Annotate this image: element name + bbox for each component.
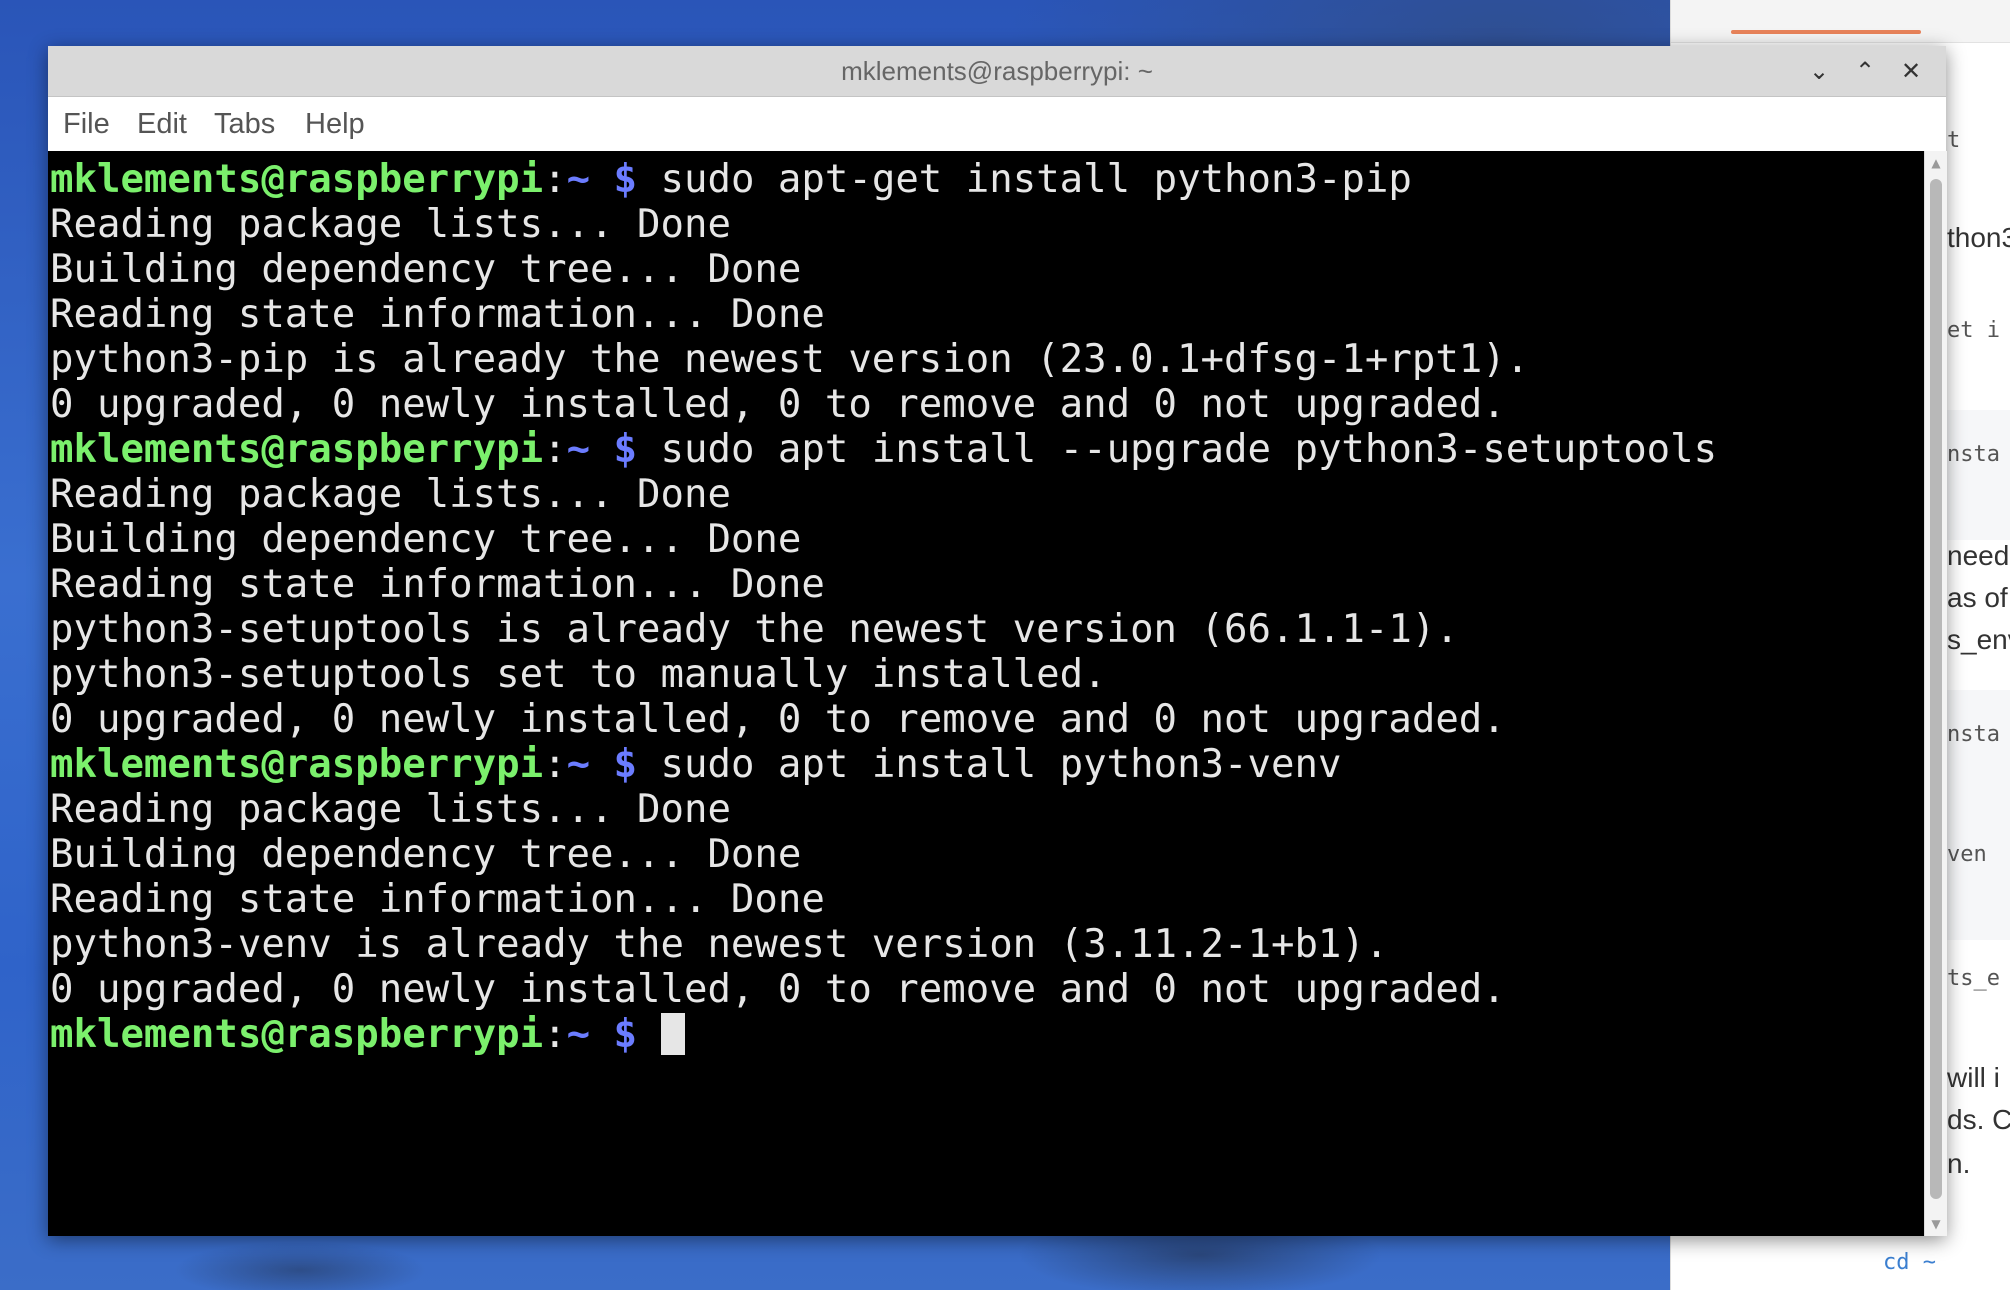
close-icon: ✕ [1900, 57, 1922, 85]
output-line: Reading state information... Done [50, 562, 825, 607]
background-text-fragment: nsta [1947, 722, 2000, 747]
prompt-user-host: mklements@raspberrypi [50, 427, 544, 472]
output-line: 0 upgraded, 0 newly installed, 0 to remo… [50, 382, 1506, 427]
prompt-path: ~ [566, 742, 591, 787]
maximize-button[interactable]: ⌃ [1842, 46, 1888, 96]
output-line: python3-setuptools set to manually insta… [50, 652, 1107, 697]
output-line: Building dependency tree... Done [50, 247, 802, 292]
close-button[interactable]: ✕ [1888, 46, 1934, 96]
background-text-fragment: thon3 [1947, 222, 2010, 253]
output-line: python3-venv is already the newest versi… [50, 922, 1389, 967]
background-text-fragment: et i [1947, 318, 2000, 343]
output-line: Reading package lists... Done [50, 472, 731, 517]
prompt-line: mklements@raspberrypi:~ $ sudo apt insta… [50, 742, 1717, 787]
prompt-path: ~ [566, 157, 591, 202]
menu-tabs[interactable]: Tabs [214, 97, 275, 151]
prompt-user-host: mklements@raspberrypi [50, 157, 544, 202]
background-text-fragment: as of [1947, 582, 2008, 613]
background-text-fragment: s_env [1947, 624, 2010, 655]
command-text: sudo apt install python3-venv [660, 742, 1342, 787]
terminal-lines: mklements@raspberrypi:~ $ sudo apt-get i… [50, 157, 1717, 1057]
menu-edit[interactable]: Edit [137, 97, 187, 151]
prompt-user-host: mklements@raspberrypi [50, 742, 544, 787]
output-line: python3-pip is already the newest versio… [50, 337, 1530, 382]
output-line: python3-setuptools is already the newest… [50, 607, 1459, 652]
prompt-separator: : [543, 1012, 567, 1057]
browser-tab-strip[interactable] [1671, 0, 2010, 43]
terminal-window[interactable]: mklements@raspberrypi: ~ ⌄ ⌃ ✕ File Edit… [48, 46, 1947, 1236]
prompt-separator: : [543, 157, 567, 202]
command-text: sudo apt install --upgrade python3-setup… [660, 427, 1718, 472]
scroll-up-icon[interactable]: ▲ [1925, 153, 1947, 173]
chevron-down-icon: ⌄ [1808, 57, 1830, 85]
prompt-line: mklements@raspberrypi:~ $ sudo apt-get i… [50, 157, 1717, 202]
prompt-line: mklements@raspberrypi:~ $ sudo apt insta… [50, 427, 1717, 472]
menu-file[interactable]: File [63, 97, 110, 151]
command-text: sudo apt-get install python3-pip [660, 157, 1412, 202]
output-line: Reading package lists... Done [50, 787, 731, 832]
menu-bar: File Edit Tabs Help [48, 97, 1946, 151]
background-text-fragment: ds. C [1947, 1104, 2010, 1135]
background-text-fragment: nsta [1947, 442, 2000, 467]
output-line: 0 upgraded, 0 newly installed, 0 to remo… [50, 697, 1506, 742]
output-line: Reading state information... Done [50, 292, 825, 337]
output-line: Reading package lists... Done [50, 202, 731, 247]
output-line: Building dependency tree... Done [50, 517, 802, 562]
prompt-symbol: $ [613, 742, 638, 787]
background-text-fragment: n. [1947, 1148, 1971, 1179]
prompt-user-host: mklements@raspberrypi [50, 1012, 544, 1057]
prompt-symbol: $ [613, 157, 638, 202]
background-text-fragment: ts_e [1947, 966, 2000, 991]
scrollbar-thumb[interactable] [1930, 179, 1942, 1199]
background-text-fragment: t [1947, 128, 1961, 153]
prompt-separator: : [543, 427, 567, 472]
prompt-line: mklements@raspberrypi:~ $ [50, 1012, 1717, 1057]
minimize-button[interactable]: ⌄ [1796, 46, 1842, 96]
window-title: mklements@raspberrypi: ~ [841, 56, 1153, 86]
text-cursor [660, 1013, 685, 1055]
terminal-output-area[interactable]: mklements@raspberrypi:~ $ sudo apt-get i… [48, 151, 1924, 1236]
prompt-symbol: $ [613, 1012, 638, 1057]
vertical-scrollbar[interactable]: ▲ ▼ [1924, 151, 1947, 1236]
background-text-fragment: will i [1947, 1062, 2000, 1093]
background-text-fragment: need [1947, 540, 2010, 571]
background-text-fragment: ven [1947, 842, 1987, 867]
prompt-path: ~ [566, 1012, 591, 1057]
output-line: Building dependency tree... Done [50, 832, 802, 877]
active-tab-indicator [1731, 30, 1921, 34]
prompt-separator: : [543, 742, 567, 787]
title-bar[interactable]: mklements@raspberrypi: ~ ⌄ ⌃ ✕ [48, 46, 1946, 97]
prompt-symbol: $ [613, 427, 638, 472]
background-text-fragment: cd ~ [1883, 1250, 1936, 1275]
scroll-down-icon[interactable]: ▼ [1925, 1214, 1947, 1234]
output-line: Reading state information... Done [50, 877, 825, 922]
menu-help[interactable]: Help [305, 97, 365, 151]
chevron-up-icon: ⌃ [1854, 57, 1876, 85]
output-line: 0 upgraded, 0 newly installed, 0 to remo… [50, 967, 1506, 1012]
prompt-path: ~ [566, 427, 591, 472]
